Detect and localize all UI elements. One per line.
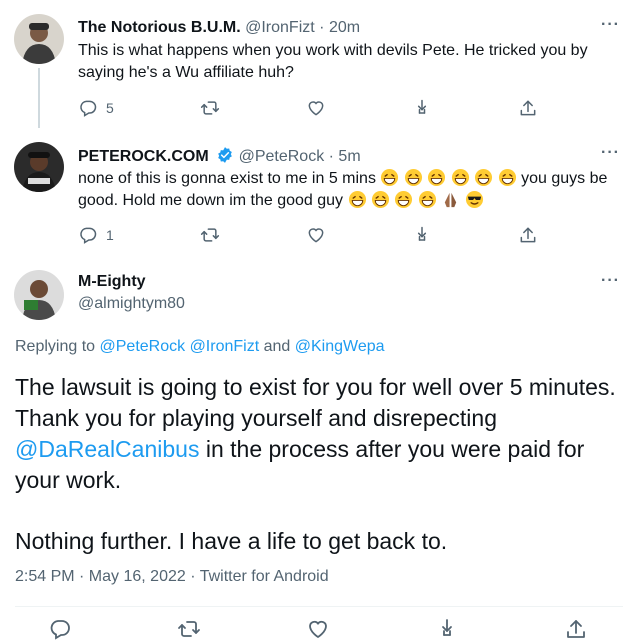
display-name[interactable]: M-Eighty bbox=[78, 273, 146, 290]
tweet-time[interactable]: 20m bbox=[329, 19, 360, 36]
tweet-time[interactable]: 5m bbox=[338, 148, 360, 165]
divider bbox=[15, 606, 623, 607]
grin-emoji bbox=[498, 168, 517, 187]
upload-icon bbox=[518, 225, 538, 245]
upload-button[interactable] bbox=[518, 225, 538, 245]
share-icon bbox=[412, 98, 432, 118]
avatar-peterock[interactable] bbox=[14, 142, 64, 192]
tweet-header: The Notorious B.U.M. @IronFizt · 20m bbox=[78, 18, 360, 38]
reply-count: 1 bbox=[106, 227, 114, 243]
grin-emoji bbox=[404, 168, 423, 187]
share-via-button[interactable] bbox=[412, 225, 432, 245]
more-options-button[interactable]: ··· bbox=[601, 16, 620, 34]
share-icon[interactable] bbox=[435, 617, 459, 641]
like-icon[interactable] bbox=[306, 617, 330, 641]
replying-prefix: Replying to bbox=[15, 338, 96, 355]
verified-icon bbox=[218, 147, 232, 163]
grin-emoji bbox=[474, 168, 493, 187]
replying-and: and bbox=[263, 338, 291, 355]
main-text-part3: Nothing further. I have a life to get ba… bbox=[15, 528, 448, 554]
reply-button[interactable]: 5 bbox=[78, 98, 114, 118]
avatar-ironfizt[interactable] bbox=[14, 14, 64, 64]
grin-emoji bbox=[348, 190, 367, 209]
main-handle-row: @almightym80 bbox=[78, 294, 185, 314]
pray-emoji bbox=[441, 190, 460, 209]
reply-icon bbox=[78, 98, 98, 118]
like-button[interactable] bbox=[306, 225, 326, 245]
user-handle[interactable]: @IronFizt bbox=[245, 19, 315, 36]
mention-darealcanibus[interactable]: @DaRealCanibus bbox=[15, 436, 199, 462]
main-tweet-actions bbox=[48, 617, 588, 639]
tweet-actions: 1 bbox=[78, 224, 538, 246]
like-button[interactable] bbox=[306, 98, 326, 118]
tweet-header: PETEROCK.COM @PeteRock · 5m bbox=[78, 146, 361, 167]
main-tweet-text: The lawsuit is going to exist for you fo… bbox=[15, 372, 630, 557]
grin-emoji bbox=[451, 168, 470, 187]
avatar-m-eighty[interactable] bbox=[14, 270, 64, 320]
display-name[interactable]: The Notorious B.U.M. bbox=[78, 19, 241, 36]
like-icon bbox=[306, 98, 326, 118]
user-handle[interactable]: @almightym80 bbox=[78, 295, 185, 312]
main-display-name: M-Eighty bbox=[78, 272, 146, 292]
reply-icon[interactable] bbox=[48, 617, 72, 641]
tweet-peterock[interactable]: PETEROCK.COM @PeteRock · 5m ··· none of … bbox=[0, 128, 638, 253]
upload-icon bbox=[518, 98, 538, 118]
grin-emoji bbox=[418, 190, 437, 209]
retweet-icon bbox=[200, 225, 220, 245]
separator-dot: · bbox=[328, 148, 334, 165]
tweet-meta[interactable]: 2:54 PM · May 16, 2022 · Twitter for And… bbox=[15, 568, 329, 586]
main-text-part1: The lawsuit is going to exist for you fo… bbox=[15, 374, 616, 431]
mention-ironfizt[interactable]: @IronFizt bbox=[190, 338, 260, 355]
mention-kingwepa[interactable]: @KingWepa bbox=[295, 338, 385, 355]
grin-emoji bbox=[371, 190, 390, 209]
replying-to: Replying to @PeteRock @IronFizt and @Kin… bbox=[15, 338, 385, 356]
grin-emoji bbox=[394, 190, 413, 209]
tweet-text: This is what happens when you work with … bbox=[78, 42, 588, 81]
reply-button[interactable]: 1 bbox=[78, 225, 114, 245]
tweet-actions: 5 bbox=[78, 97, 538, 119]
tweet-ironfizt[interactable]: The Notorious B.U.M. @IronFizt · 20m ···… bbox=[0, 0, 638, 128]
retweet-button[interactable] bbox=[200, 98, 220, 118]
upload-icon[interactable] bbox=[564, 617, 588, 641]
grin-emoji bbox=[380, 168, 399, 187]
tweet-text: none of this is gonna exist to me in 5 m… bbox=[78, 168, 623, 212]
share-via-button[interactable] bbox=[412, 98, 432, 118]
retweet-icon[interactable] bbox=[177, 617, 201, 641]
retweet-icon bbox=[200, 98, 220, 118]
reply-icon bbox=[78, 225, 98, 245]
thread-line bbox=[38, 68, 40, 128]
user-handle[interactable]: @PeteRock bbox=[239, 148, 325, 165]
share-icon bbox=[412, 225, 432, 245]
grin-emoji bbox=[427, 168, 446, 187]
retweet-button[interactable] bbox=[200, 225, 220, 245]
like-icon bbox=[306, 225, 326, 245]
sunglasses-emoji bbox=[465, 190, 484, 209]
mention-peterock[interactable]: @PeteRock bbox=[100, 338, 186, 355]
upload-button[interactable] bbox=[518, 98, 538, 118]
display-name[interactable]: PETEROCK.COM bbox=[78, 148, 209, 165]
more-options-button[interactable]: ··· bbox=[601, 144, 620, 162]
separator-dot: · bbox=[319, 19, 325, 36]
reply-count: 5 bbox=[106, 100, 114, 116]
tweet-text-part1: none of this is gonna exist to me in 5 m… bbox=[78, 170, 376, 187]
more-options-button[interactable]: ··· bbox=[601, 272, 620, 290]
